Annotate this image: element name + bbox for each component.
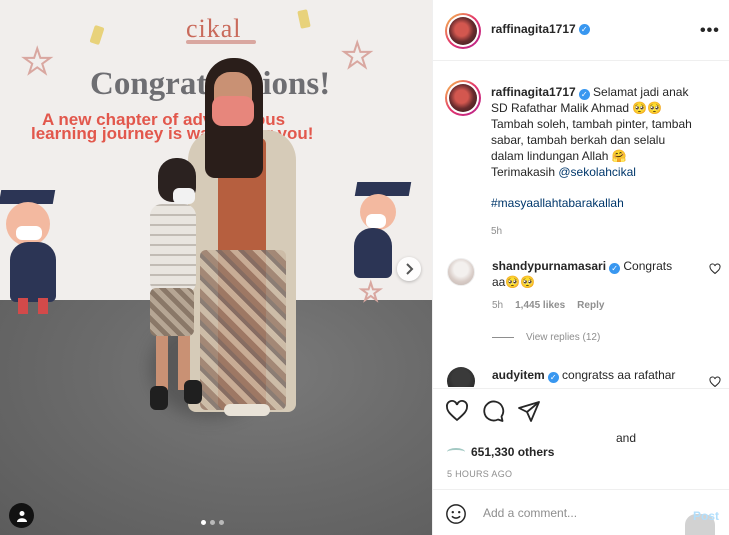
carousel-dot bbox=[219, 520, 224, 525]
post-photo[interactable]: ★ ★ ★ cikal Congratulations! A new chapt… bbox=[0, 0, 432, 535]
commenter-avatar[interactable] bbox=[447, 258, 475, 286]
mention-link[interactable]: @sekolahcikal bbox=[558, 165, 636, 179]
verified-badge-icon: ✓ bbox=[578, 23, 590, 35]
comment-icon[interactable] bbox=[481, 399, 505, 423]
emoji-icon[interactable] bbox=[445, 503, 467, 525]
author-username[interactable]: raffinagita1717 bbox=[491, 22, 576, 36]
caption-username[interactable]: raffinagita1717 bbox=[491, 85, 576, 99]
likes-and-text: and bbox=[616, 431, 637, 445]
view-replies-button[interactable]: View replies (12) bbox=[492, 332, 600, 343]
comment-text: shandypurnamasari ✓ Congrats aa🥺🥺 bbox=[492, 258, 697, 290]
post-actions: and 651,330 others 5 HOURS AGO bbox=[433, 388, 729, 488]
user-tag-button[interactable] bbox=[9, 503, 34, 528]
post-caption: raffinagita1717 ✓ Selamat jadi anak SD Ra… bbox=[491, 84, 719, 180]
verified-badge-icon: ✓ bbox=[578, 89, 590, 100]
star-decoration: ★ bbox=[341, 36, 374, 76]
star-decoration: ★ bbox=[359, 278, 382, 307]
caption-time: 5h bbox=[491, 226, 503, 237]
comment-time: 5h bbox=[492, 300, 504, 311]
caption-line: SD Rafathar Malik Ahmad 🥺🥺 bbox=[491, 101, 663, 115]
commenter-avatar[interactable] bbox=[447, 367, 475, 387]
comment-like-icon[interactable] bbox=[709, 376, 721, 387]
comment-likes[interactable]: 1,445 likes bbox=[515, 300, 565, 311]
banner-logo-underline bbox=[186, 40, 256, 44]
reply-button[interactable]: Reply bbox=[577, 300, 604, 311]
user-tag-icon bbox=[16, 510, 27, 522]
carousel-dot bbox=[210, 520, 215, 525]
comment-item: audyitem ✓ congratss aa rafathar bbox=[447, 367, 722, 387]
commenter-username[interactable]: shandypurnamasari bbox=[492, 259, 606, 273]
comment-input[interactable] bbox=[483, 501, 683, 525]
comment-body: aa🥺🥺 bbox=[492, 275, 536, 289]
author-name-row: raffinagita1717 ✓ bbox=[491, 22, 590, 36]
heart-icon[interactable] bbox=[445, 399, 469, 423]
share-icon[interactable] bbox=[517, 399, 541, 423]
comment-body: congratss aa rafathar bbox=[562, 368, 676, 382]
likes-count[interactable]: 651,330 others bbox=[471, 445, 554, 459]
comments-scroll-area[interactable]: raffinagita1717 ✓ Selamat jadi anak SD Ra… bbox=[433, 62, 729, 387]
comment-item: shandypurnamasari ✓ Congrats aa🥺🥺 5h 1,44… bbox=[447, 258, 722, 338]
post-header: raffinagita1717 ✓ ••• bbox=[433, 0, 729, 61]
post-comment-button[interactable]: Post bbox=[693, 509, 719, 523]
commenter-username[interactable]: audyitem bbox=[492, 368, 545, 382]
comment-meta: 5h 1,445 likes Reply bbox=[492, 300, 604, 311]
author-avatar[interactable] bbox=[445, 13, 481, 49]
caption-line: Selamat jadi anak bbox=[593, 85, 689, 99]
comment-like-icon[interactable] bbox=[709, 263, 721, 275]
verified-badge-icon: ✓ bbox=[609, 263, 621, 274]
caption-line: Tambah soleh, tambah pinter, tambah bbox=[491, 117, 692, 131]
carousel-next-button[interactable] bbox=[397, 257, 421, 281]
more-options-button[interactable]: ••• bbox=[700, 22, 720, 40]
carousel-dot bbox=[201, 520, 206, 525]
view-replies-label: View replies (12) bbox=[526, 332, 601, 343]
comment-text: audyitem ✓ congratss aa rafathar bbox=[492, 367, 697, 383]
view-replies-divider bbox=[492, 337, 514, 338]
caption-line: dalam lindungan Allah 🤗 bbox=[491, 149, 627, 163]
likes-summary[interactable]: 651,330 others bbox=[447, 445, 554, 459]
caption-avatar[interactable] bbox=[445, 80, 481, 116]
carousel-indicator bbox=[201, 520, 224, 525]
comment-composer: Post bbox=[433, 489, 729, 535]
liked-by-avatars bbox=[447, 448, 465, 456]
caption-line: sabar, tambah berkah dan selalu bbox=[491, 133, 666, 147]
comment-body: Congrats bbox=[623, 259, 673, 273]
post-side-panel: raffinagita1717 ✓ ••• raffinagita1717 ✓ S… bbox=[432, 0, 729, 535]
chevron-right-icon bbox=[406, 263, 414, 275]
post-timestamp[interactable]: 5 HOURS AGO bbox=[447, 469, 512, 479]
verified-badge-icon: ✓ bbox=[547, 372, 559, 383]
star-decoration: ★ bbox=[21, 42, 54, 82]
hashtag-link[interactable]: #masyaallahtabarakallah bbox=[491, 196, 624, 210]
caption-line: Terimakasih bbox=[491, 165, 556, 179]
